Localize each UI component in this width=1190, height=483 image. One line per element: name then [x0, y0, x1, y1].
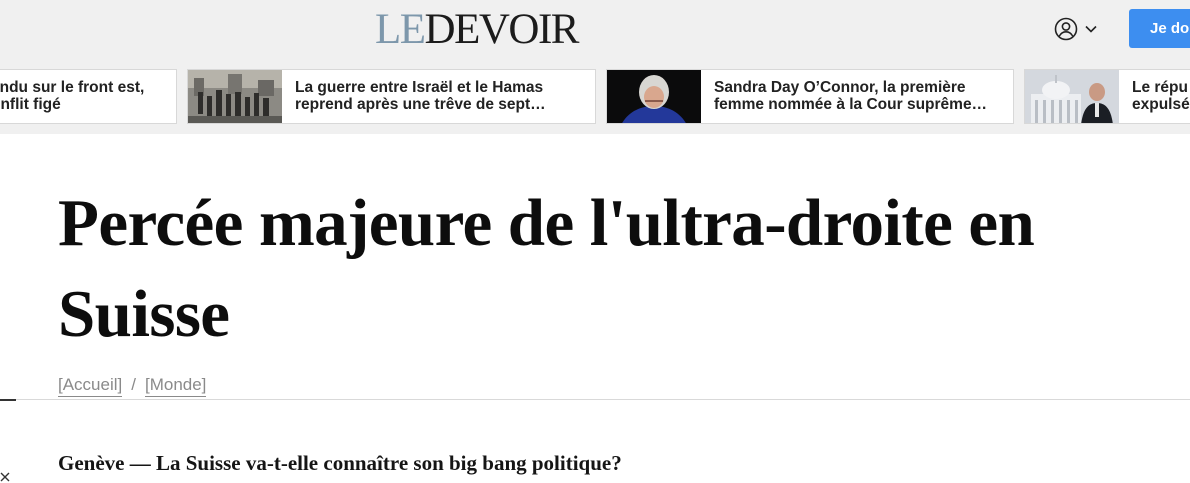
breadcrumb-link-accueil[interactable]: [Accueil] [58, 375, 123, 397]
news-card-title-line: reprend après une trêve de sept… [295, 96, 546, 113]
chevron-down-icon [1085, 25, 1097, 33]
news-card-title-line: La guerre entre Israël et le Hamas [295, 79, 544, 96]
section-divider-accent [0, 399, 16, 401]
news-card-title-line: endu sur le front est, [0, 79, 145, 96]
news-thumbnail-image [188, 70, 282, 123]
news-strip: endu sur le front est, onflit figé La gu… [0, 58, 1190, 134]
account-menu-button[interactable] [1054, 14, 1110, 44]
article-headline: Percée majeure de l'ultra-droite en Suis… [58, 186, 1035, 351]
site-logo[interactable]: LEDEVOIR [375, 8, 579, 52]
section-divider [0, 399, 1190, 400]
news-card[interactable]: La guerre entre Israël et le Hamas repre… [187, 69, 596, 124]
news-card-title-line: Sandra Day O’Connor, la première [714, 79, 966, 96]
news-card-title-line: expulsé [1132, 96, 1190, 113]
site-header: LEDEVOIR Je donne [0, 0, 1190, 58]
news-card-title-line: onflit figé [0, 96, 61, 113]
breadcrumb: [Accueil] / [Monde] [58, 375, 207, 397]
article-lede: Genève — La Suisse va-t-elle connaître s… [58, 451, 622, 475]
breadcrumb-separator: / [131, 375, 136, 394]
donate-button[interactable]: Je donne [1129, 9, 1190, 48]
news-thumbnail-image [607, 70, 701, 123]
news-card-title-line: femme nommée à la Cour suprême… [714, 96, 988, 113]
news-thumbnail-image [1025, 70, 1119, 123]
news-card-title-line: Le répu [1132, 79, 1188, 96]
breadcrumb-link-monde[interactable]: [Monde] [144, 375, 207, 397]
user-circle-icon [1054, 17, 1078, 41]
close-icon[interactable] [0, 470, 14, 483]
news-card[interactable]: Le répu expulsé [1024, 69, 1190, 124]
news-card[interactable]: Sandra Day O’Connor, la première femme n… [606, 69, 1014, 124]
news-card[interactable]: endu sur le front est, onflit figé [0, 69, 177, 124]
